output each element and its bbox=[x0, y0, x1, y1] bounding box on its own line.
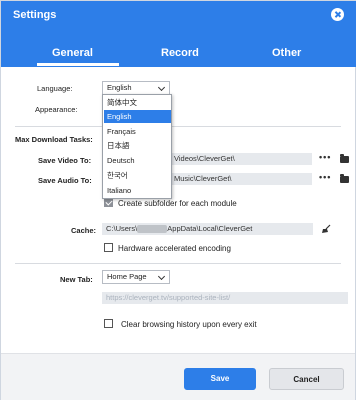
cache-path-prefix: C:\Users\ bbox=[106, 224, 138, 233]
language-dropdown-list: 简体中文 English Français 日本語 Deutsch 한국어 It… bbox=[102, 94, 172, 199]
language-option[interactable]: 한국어 bbox=[104, 169, 171, 182]
clear-cache-icon[interactable] bbox=[321, 224, 331, 234]
divider bbox=[15, 126, 341, 127]
hw-accel-checkbox[interactable] bbox=[104, 243, 113, 252]
active-tab-indicator bbox=[37, 63, 119, 66]
save-audio-path-field[interactable]: Music\CleverGet\ bbox=[172, 173, 312, 185]
clear-history-label: Clear browsing history upon every exit bbox=[121, 320, 257, 329]
language-option[interactable]: 日本語 bbox=[104, 139, 171, 152]
tab-other[interactable]: Other bbox=[272, 47, 301, 59]
language-option[interactable]: 简体中文 bbox=[104, 96, 171, 109]
window-title: Settings bbox=[13, 9, 57, 21]
cancel-button[interactable]: Cancel bbox=[269, 368, 344, 390]
more-icon[interactable]: ••• bbox=[319, 172, 331, 182]
folder-icon[interactable] bbox=[340, 154, 349, 163]
divider bbox=[15, 263, 341, 264]
cache-label: Cache: bbox=[71, 226, 97, 235]
language-label: Language: bbox=[37, 84, 73, 93]
subfolder-checkbox[interactable] bbox=[104, 198, 113, 207]
title-bar: Settings General Record Other bbox=[1, 1, 356, 67]
language-option[interactable]: Italiano bbox=[104, 184, 171, 197]
max-download-tasks-label: Max Download Tasks: bbox=[15, 135, 93, 144]
cache-path-suffix: AppData\Local\CleverGet bbox=[167, 224, 253, 233]
save-button[interactable]: Save bbox=[184, 368, 256, 390]
language-select[interactable]: English bbox=[102, 81, 170, 95]
settings-window: Settings General Record Other Language: … bbox=[0, 0, 356, 400]
hw-accel-label: Hardware accelerated encoding bbox=[118, 244, 231, 253]
folder-icon[interactable] bbox=[340, 174, 349, 183]
language-option-selected[interactable]: English bbox=[104, 110, 171, 123]
tab-record[interactable]: Record bbox=[161, 47, 199, 59]
chevron-down-icon bbox=[157, 272, 166, 281]
clear-history-checkbox[interactable] bbox=[104, 319, 113, 328]
save-audio-label: Save Audio To: bbox=[38, 176, 92, 185]
language-option[interactable]: Deutsch bbox=[104, 154, 171, 167]
save-video-label: Save Video To: bbox=[38, 156, 92, 165]
save-video-path-field[interactable]: Videos\CleverGet\ bbox=[172, 153, 312, 165]
close-icon[interactable] bbox=[331, 8, 344, 21]
cache-path-field[interactable]: C:\Users\ AppData\Local\CleverGet bbox=[102, 223, 313, 235]
new-tab-select-value: Home Page bbox=[107, 272, 147, 281]
tab-general[interactable]: General bbox=[52, 47, 93, 59]
chevron-down-icon bbox=[157, 83, 166, 92]
subfolder-label: Create subfolder for each module bbox=[118, 199, 237, 208]
more-icon[interactable]: ••• bbox=[319, 152, 331, 162]
new-tab-url-field[interactable]: https://cleverget.tv/supported-site-list… bbox=[102, 292, 348, 304]
new-tab-select[interactable]: Home Page bbox=[102, 270, 170, 284]
appearance-label: Appearance: bbox=[35, 105, 78, 114]
language-select-value: English bbox=[107, 83, 132, 92]
redacted-username bbox=[137, 225, 168, 234]
new-tab-label: New Tab: bbox=[60, 275, 93, 284]
language-option[interactable]: Français bbox=[104, 125, 171, 138]
